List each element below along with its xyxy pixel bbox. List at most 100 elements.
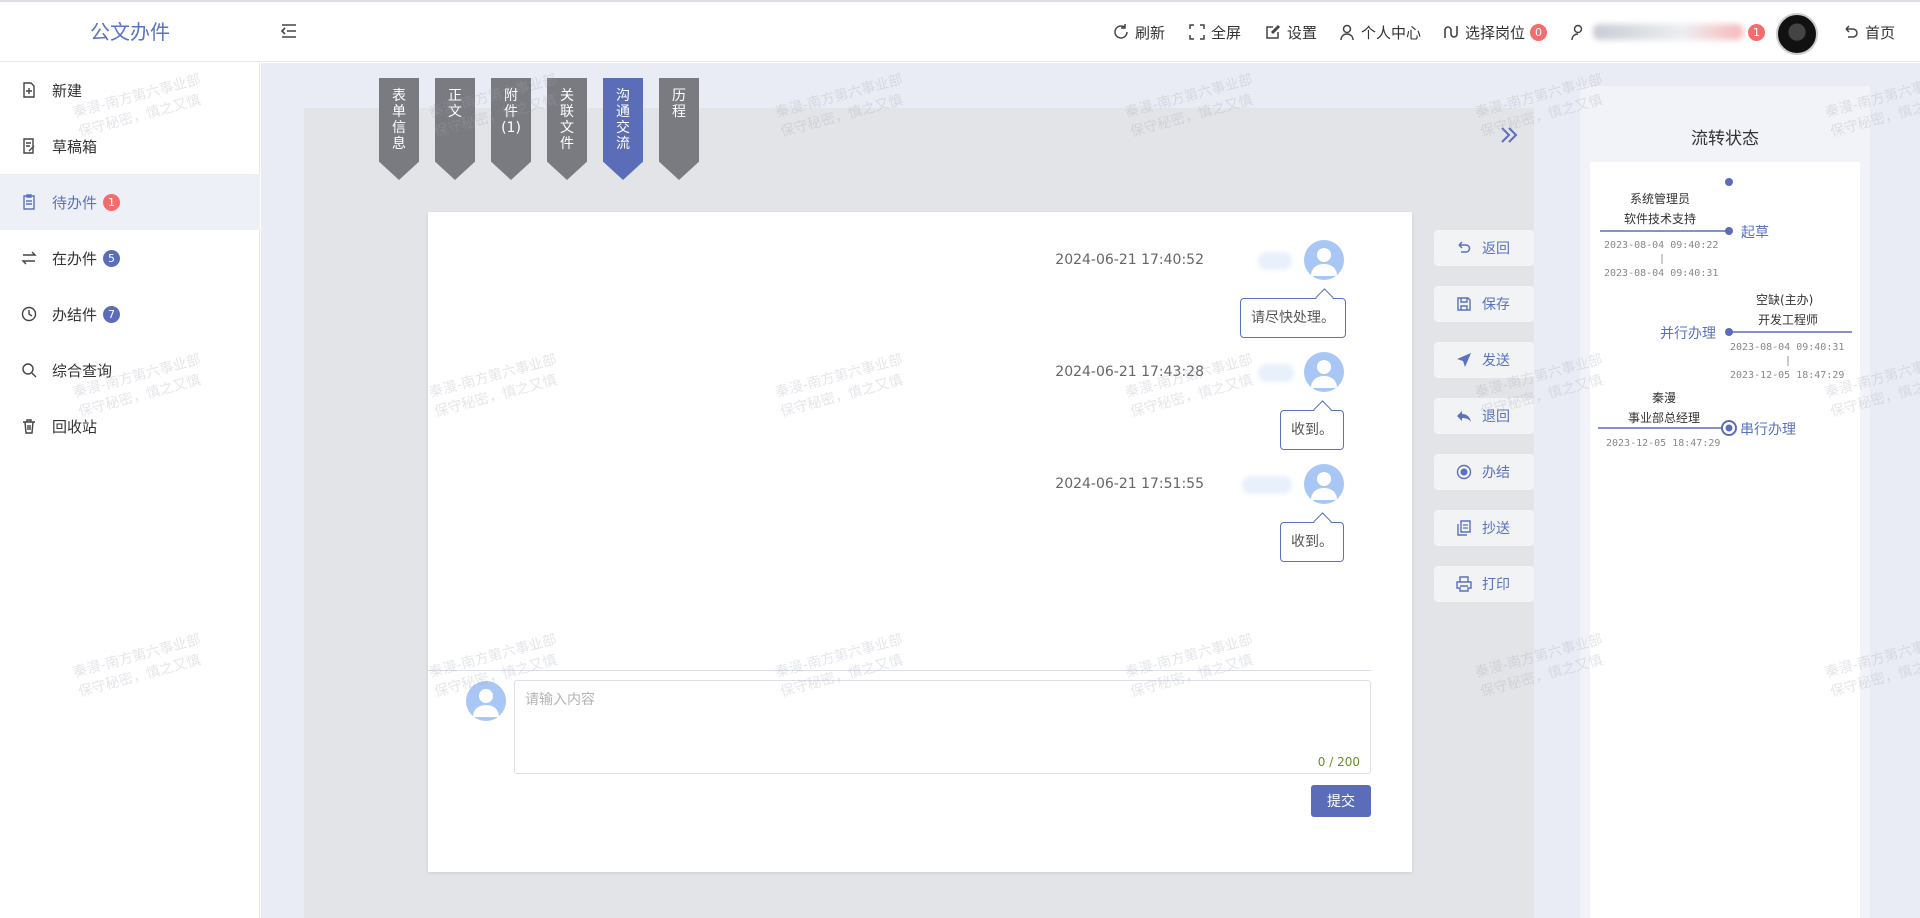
tab-form-info[interactable]: 表单信息 [379,78,419,180]
profile-label: 个人中心 [1361,23,1422,42]
sidebar-item-recycle[interactable]: 回收站 [0,398,260,454]
tab-char: 件 [560,136,574,152]
tab-char: 件 [504,104,518,120]
avatar [1304,352,1344,392]
sidebar-item-label: 回收站 [52,417,98,436]
sidebar-item-completed[interactable]: 办结件 7 [0,286,260,342]
message-time: 2024-06-21 17:40:52 [1055,252,1204,268]
action-label: 保存 [1482,297,1510,313]
sidebar-item-label: 在办件 [52,249,98,268]
flow-node-name: 串行办理 [1740,422,1796,438]
cc-button[interactable]: 抄送 [1434,510,1534,546]
flow-node-end: 2023-08-04 09:40:31 [1604,268,1719,279]
fullscreen-label: 全屏 [1211,23,1242,42]
tab-communication[interactable]: 沟通交流 [603,78,643,180]
complete-button[interactable]: 办结 [1434,454,1534,490]
tab-char: 信 [392,120,406,136]
select-post-button[interactable]: 选择岗位 0 [1442,20,1548,44]
send-button[interactable]: 发送 [1434,342,1534,378]
sidebar-item-label: 草稿箱 [52,137,98,156]
message-bubble: 请尽快处理。 [1240,298,1346,338]
collapse-menu-icon[interactable] [278,20,300,42]
tab-body-text[interactable]: 正文 [435,78,475,180]
submit-button[interactable]: 提交 [1311,785,1371,817]
sidebar-item-new[interactable]: 新建 [0,62,260,118]
tab-char: 关 [560,88,574,104]
tab-char: 表 [392,88,406,104]
profile-button[interactable]: 个人中心 [1338,20,1421,44]
double-chevron-right-icon[interactable] [1498,124,1520,146]
radio-icon [1456,464,1472,480]
clock-icon [21,306,37,322]
user-lock-icon [1571,24,1583,41]
send-back-button[interactable]: 退回 [1434,398,1534,434]
avatar[interactable] [1776,13,1818,55]
redacted-sender-name [1258,252,1292,270]
fullscreen-button[interactable]: 全屏 [1188,20,1241,44]
copy-icon [1457,520,1471,536]
todo-count-badge: 1 [103,193,121,211]
tab-char: 交 [616,120,630,136]
trash-icon [23,419,35,434]
return-button[interactable]: 返回 [1434,230,1534,266]
chat-panel: 2024-06-21 17:40:52 请尽快处理。 2024-06-21 17… [428,212,1412,872]
flow-node-name: 起草 [1741,225,1769,241]
flow-timeline: 系统管理员 软件技术支持 起草 2023-08-04 09:40:22 2023… [1590,162,1860,918]
select-post-label: 选择岗位 [1465,23,1526,42]
save-button[interactable]: 保存 [1434,286,1534,322]
flow-node-start: 2023-08-04 09:40:31 [1730,342,1845,353]
current-user-button[interactable]: 1 [1570,20,1765,44]
comment-input[interactable] [515,681,1370,773]
tab-char: 单 [392,104,406,120]
undo-icon [1845,25,1858,38]
tab-attachments[interactable]: 附件 (1) [491,78,531,180]
reply-icon [1457,411,1471,422]
sidebar-item-drafts[interactable]: 草稿箱 [0,118,260,174]
home-button[interactable]: 首页 [1842,20,1895,44]
divider [428,670,1371,671]
refresh-label: 刷新 [1135,23,1166,42]
flow-node-start: 2023-08-04 09:40:22 [1604,240,1719,251]
action-label: 退回 [1482,409,1510,425]
flow-node-dept: 开发工程师 [1758,313,1819,327]
print-button[interactable]: 打印 [1434,566,1534,602]
flow-node-dept: 软件技术支持 [1624,212,1697,226]
tab-char: 联 [560,104,574,120]
tab-char: 附 [504,88,518,104]
message-time: 2024-06-21 17:51:55 [1055,476,1204,492]
save-icon [1457,297,1471,311]
flow-node-end: 2023-12-05 18:47:29 [1730,370,1845,381]
tab-char: 流 [616,136,630,152]
print-icon [1456,576,1472,592]
action-label: 打印 [1482,577,1510,593]
sidebar-item-todo[interactable]: 待办件 1 [0,174,260,230]
avatar [1304,240,1344,280]
settings-button[interactable]: 设置 [1264,20,1317,44]
sidebar-item-in-progress[interactable]: 在办件 5 [0,230,260,286]
completed-count-badge: 7 [103,305,121,323]
tab-char: 沟 [616,88,630,104]
tab-history[interactable]: 历程 [659,78,699,180]
sidebar: 新建 草稿箱 待办件 1 在办件 5 办结件 7 综合查询 回收站 [0,62,260,918]
flow-node-name: 并行办理 [1660,326,1716,342]
redacted-user-name [1593,24,1743,40]
app-title[interactable]: 公文办件 [0,2,260,62]
send-icon [1457,353,1471,367]
char-counter: 0 / 200 [1317,755,1360,769]
new-doc-icon [23,82,35,98]
message-bubble: 收到。 [1280,522,1344,562]
tab-related-docs[interactable]: 关联文件 [547,78,587,180]
sidebar-item-query[interactable]: 综合查询 [0,342,260,398]
tab-char: 正 [448,88,462,104]
tab-char: 历 [672,88,686,104]
top-header: 公文办件 刷新 全屏 设置 个人中心 选择岗位 0 1 首页 [0,0,1920,62]
flow-node-person: 秦漫 [1652,391,1677,405]
sidebar-item-label: 综合查询 [52,361,113,380]
tab-char: (1) [501,120,521,136]
fullscreen-icon [1189,24,1205,40]
refresh-button[interactable]: 刷新 [1112,20,1165,44]
refresh-icon [1114,24,1128,39]
search-icon [22,363,37,378]
tab-char: 息 [392,136,406,152]
redacted-sender-name [1258,364,1294,382]
